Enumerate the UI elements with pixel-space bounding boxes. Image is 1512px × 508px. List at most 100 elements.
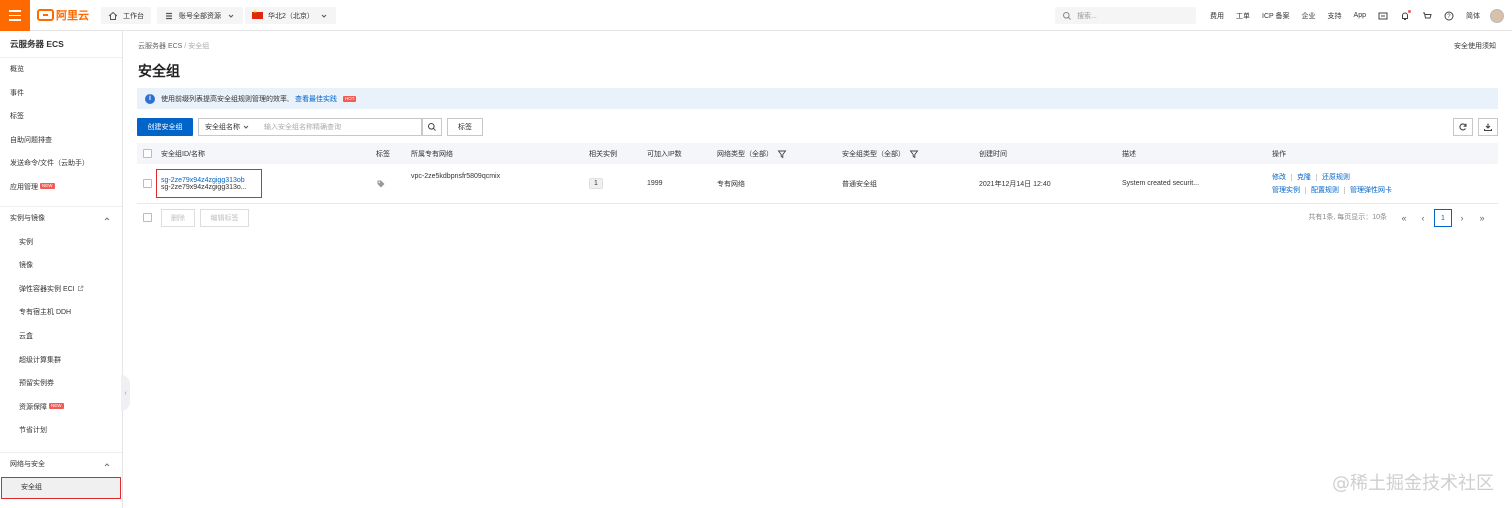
sidebar-item-savings-plan[interactable]: 节省计划 (0, 419, 122, 443)
instances-count[interactable]: 1 (589, 178, 603, 189)
top-link-billing[interactable]: 费用 (1204, 11, 1230, 21)
external-link-icon (77, 285, 83, 291)
region-label: 华北2（北京） (268, 12, 314, 20)
sidebar-group-network-security[interactable]: 网络与安全 (0, 451, 122, 477)
create-security-group-button[interactable]: 创建安全组 (137, 118, 193, 136)
clone-link[interactable]: 克隆 (1297, 172, 1311, 182)
sidebar-item-tags[interactable]: 标签 (0, 105, 122, 129)
sidebar-item-app-management[interactable]: 应用管理 NEW (0, 176, 122, 200)
message-icon[interactable] (1372, 11, 1394, 21)
sidebar-item-ddh[interactable]: 专有宿主机 DDH (0, 301, 122, 325)
operations-cell: 修改 克隆 还原规则 管理实例 配置规则 管理弹性网卡 (1272, 164, 1392, 203)
sidebar-item-troubleshoot[interactable]: 自助问题排查 (0, 129, 122, 153)
page-title: 安全组 (138, 63, 180, 79)
region-dropdown[interactable]: 华北2（北京） (245, 7, 336, 24)
user-avatar[interactable] (1490, 8, 1504, 23)
aliyun-logo-icon (37, 9, 54, 21)
top-link-enterprise[interactable]: 企业 (1296, 11, 1322, 21)
manage-eni-link[interactable]: 管理弹性网卡 (1350, 185, 1392, 195)
export-button[interactable] (1478, 118, 1498, 136)
sidebar-group-instances-images[interactable]: 实例与镜像 (0, 205, 122, 231)
language-switch[interactable]: 简体 (1460, 11, 1486, 21)
top-link-ticket[interactable]: 工单 (1230, 11, 1256, 21)
search-field-select[interactable]: 安全组名称 (198, 118, 258, 136)
restore-rules-link[interactable]: 还原规则 (1322, 172, 1350, 182)
select-all-checkbox[interactable] (143, 149, 152, 158)
home-icon (108, 11, 118, 20)
security-group-search-input[interactable]: 输入安全组名称精确查询 (257, 118, 422, 136)
chevron-down-icon (228, 14, 234, 18)
description-cell: System created securit... (1122, 180, 1200, 187)
row-checkbox[interactable] (143, 179, 152, 188)
sidebar-item-overview[interactable]: 概览 (0, 58, 122, 82)
top-link-app[interactable]: App (1348, 12, 1372, 19)
chevron-down-icon (321, 14, 327, 18)
sidebar-item-cloud-box[interactable]: 云盒 (0, 325, 122, 349)
header-sg-type[interactable]: 安全组类型（全部） (842, 143, 919, 164)
cart-icon[interactable] (1416, 11, 1438, 21)
header-tag: 标签 (376, 150, 390, 158)
aliyun-logo[interactable]: 阿里云 (37, 8, 89, 22)
sidebar-item-eci[interactable]: 弹性容器实例 ECI (0, 278, 122, 302)
sidebar-item-scc[interactable]: 超级计算集群 (0, 349, 122, 373)
sidebar-item-label: 应用管理 (10, 183, 38, 191)
sidebar-item-label: 资源保障 (19, 403, 47, 411)
help-icon[interactable]: ? (1438, 11, 1460, 21)
filter-icon[interactable] (909, 149, 919, 159)
sidebar-item-events[interactable]: 事件 (0, 82, 122, 106)
sidebar-item-cloud-assistant[interactable]: 发送命令/文件（云助手） (0, 152, 122, 176)
header-network-type[interactable]: 网络类型（全部） (717, 143, 787, 164)
tip-banner: i 使用前缀列表提高安全组规则管理的效率, 查看最佳实践 HOT (137, 88, 1498, 109)
delete-button[interactable]: 删除 (161, 209, 195, 227)
search-button[interactable] (422, 118, 442, 136)
top-navigation-bar: 阿里云 工作台 账号全部资源 华北2（北京） 搜索... 费用 工单 ICP 备… (0, 0, 1512, 31)
top-link-support[interactable]: 支持 (1322, 11, 1348, 21)
top-links: 费用 工单 ICP 备案 企业 支持 App ? 简体 (1204, 0, 1512, 31)
header-instances: 相关实例 (589, 150, 617, 158)
tag-filter-button[interactable]: 标签 (447, 118, 483, 136)
breadcrumb: 云服务器 ECS / 安全组 (138, 41, 209, 51)
manage-instances-link[interactable]: 管理实例 (1272, 185, 1300, 195)
info-icon: i (145, 93, 155, 104)
available-ips-cell: 1999 (647, 180, 663, 187)
prev-page-icon[interactable]: ‹ (1414, 209, 1432, 227)
edit-tags-button[interactable]: 编辑标签 (200, 209, 249, 227)
configure-rules-link[interactable]: 配置规则 (1311, 185, 1339, 195)
last-page-icon[interactable]: » (1473, 209, 1491, 227)
header-id-name: 安全组ID/名称 (161, 150, 205, 158)
top-link-icp[interactable]: ICP 备案 (1256, 11, 1296, 21)
account-scope-dropdown[interactable]: 账号全部资源 (157, 7, 243, 24)
current-page-button[interactable]: 1 (1434, 209, 1452, 227)
security-notice-link[interactable]: 安全使用须知 (1454, 41, 1496, 51)
refresh-icon (1459, 123, 1467, 131)
first-page-icon[interactable]: « (1395, 209, 1413, 227)
sidebar-item-instances[interactable]: 实例 (0, 231, 122, 255)
header-label: 网络类型（全部） (717, 150, 773, 158)
filter-icon[interactable] (777, 149, 787, 159)
sidebar-item-resource-assurance[interactable]: 资源保障 NEW (0, 396, 122, 420)
toolbar: 创建安全组 安全组名称 输入安全组名称精确查询 标签 (137, 118, 1498, 136)
security-group-id-link[interactable]: sg-2ze79x94z4zgigg313ob (161, 177, 261, 184)
breadcrumb-separator: / (184, 43, 187, 50)
new-badge: NEW (49, 402, 64, 409)
tag-cell[interactable] (376, 164, 386, 203)
sidebar-item-reserved-instances[interactable]: 预留实例券 (0, 372, 122, 396)
best-practice-link[interactable]: 查看最佳实践 (295, 94, 337, 104)
hot-badge: HOT (342, 95, 357, 102)
hamburger-menu-button[interactable] (0, 0, 30, 31)
breadcrumb-current: 安全组 (188, 43, 210, 50)
breadcrumb-root[interactable]: 云服务器 ECS (138, 43, 182, 50)
chevron-up-icon (104, 216, 110, 220)
global-search-input[interactable]: 搜索... (1055, 7, 1196, 24)
sidebar-item-security-groups[interactable]: 安全组 (1, 476, 121, 499)
refresh-button[interactable] (1453, 118, 1473, 136)
header-label: 安全组类型（全部） (842, 150, 905, 158)
pagination-summary: 共有1条, 每页显示：10条 (1308, 214, 1387, 221)
security-group-name: sg-2ze79x94z4zgigg313o... (161, 183, 247, 191)
workbench-button[interactable]: 工作台 (101, 7, 151, 24)
footer-select-all-checkbox[interactable] (143, 213, 152, 222)
sidebar-item-images[interactable]: 镜像 (0, 254, 122, 278)
modify-link[interactable]: 修改 (1272, 172, 1286, 182)
bell-icon[interactable] (1394, 9, 1416, 21)
next-page-icon[interactable]: › (1453, 209, 1471, 227)
